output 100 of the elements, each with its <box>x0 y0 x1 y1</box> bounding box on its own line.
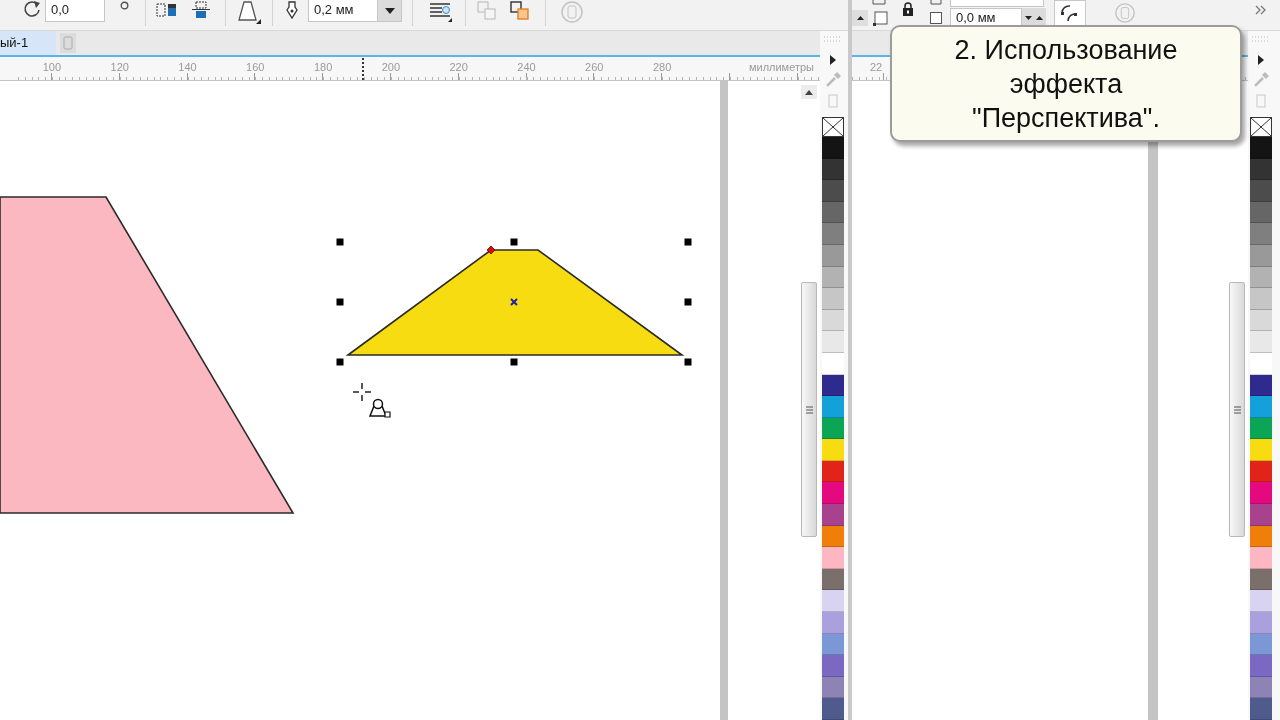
color-swatch[interactable] <box>1250 676 1272 699</box>
color-swatch[interactable] <box>1250 482 1272 505</box>
color-swatch[interactable] <box>822 309 844 332</box>
spin-up-button[interactable] <box>852 10 868 26</box>
ruler-label: 280 <box>652 61 672 73</box>
color-swatch[interactable] <box>822 180 844 202</box>
trapezoid-icon[interactable] <box>236 0 262 24</box>
checkbox-icon[interactable] <box>930 0 942 5</box>
ruler-label: 200 <box>381 61 401 73</box>
color-swatch[interactable] <box>1250 201 1272 224</box>
rectangle-icon[interactable] <box>1256 94 1266 108</box>
page-icon[interactable] <box>60 33 77 53</box>
color-swatch[interactable] <box>1250 547 1272 569</box>
color-swatch[interactable] <box>822 547 844 569</box>
color-swatch[interactable] <box>822 201 844 224</box>
color-swatch[interactable] <box>1250 417 1272 440</box>
color-swatch[interactable] <box>1250 180 1272 202</box>
color-swatch[interactable] <box>1250 439 1272 461</box>
selection-handle[interactable] <box>336 358 344 366</box>
color-swatch[interactable] <box>822 655 844 677</box>
color-swatch[interactable] <box>822 568 844 591</box>
outline-width-field[interactable]: 0,2 мм <box>308 0 378 22</box>
color-swatch[interactable] <box>822 266 844 289</box>
color-swatch[interactable] <box>822 676 844 699</box>
color-swatch[interactable] <box>822 396 844 418</box>
lines-icon[interactable] <box>428 0 452 22</box>
mirror-vertical-icon[interactable] <box>190 0 212 20</box>
color-swatch[interactable] <box>1250 266 1272 289</box>
color-swatch[interactable] <box>822 136 844 159</box>
selection-handle[interactable] <box>684 358 692 366</box>
caret-up-icon <box>805 89 813 95</box>
color-swatch[interactable] <box>1250 158 1272 181</box>
scroll-up-button[interactable] <box>801 85 817 99</box>
curve-button[interactable] <box>1054 0 1086 26</box>
node-handle[interactable] <box>486 245 496 255</box>
color-swatch[interactable] <box>822 633 844 656</box>
color-swatch[interactable] <box>1250 655 1272 677</box>
color-swatch[interactable] <box>822 331 844 353</box>
mirror-horizontal-icon[interactable] <box>155 0 179 20</box>
checkbox-icon[interactable] <box>930 12 942 24</box>
color-swatch[interactable] <box>822 244 844 267</box>
color-swatch[interactable] <box>1250 633 1272 656</box>
document-tab[interactable]: ый-1 <box>0 31 57 55</box>
color-swatch[interactable] <box>1250 244 1272 267</box>
color-swatch[interactable] <box>1250 612 1272 634</box>
selection-handle[interactable] <box>336 298 344 306</box>
color-swatch[interactable] <box>822 482 844 505</box>
color-swatch[interactable] <box>1250 223 1272 245</box>
color-swatch[interactable] <box>822 525 844 548</box>
color-swatch[interactable] <box>822 698 844 720</box>
color-swatch[interactable] <box>822 417 844 440</box>
trapezoid[interactable] <box>345 249 685 356</box>
arrow-right-icon[interactable] <box>830 55 836 65</box>
scrollbar-thumb[interactable] <box>801 282 817 537</box>
color-swatch[interactable] <box>1250 352 1272 375</box>
lock-icon[interactable] <box>902 2 914 16</box>
selection-handle[interactable] <box>510 238 518 246</box>
color-swatch[interactable] <box>822 612 844 634</box>
double-chevron-icon[interactable] <box>1255 5 1266 15</box>
color-swatch[interactable] <box>1250 568 1272 591</box>
color-swatch[interactable] <box>822 460 844 483</box>
color-swatch[interactable] <box>1250 460 1272 483</box>
no-color-swatch-icon[interactable] <box>1250 117 1272 137</box>
color-swatch[interactable] <box>822 439 844 461</box>
grip-icon[interactable] <box>823 35 843 43</box>
color-swatch[interactable] <box>1250 525 1272 548</box>
color-swatch[interactable] <box>822 504 844 526</box>
angle-field[interactable]: 0,0 <box>45 0 105 22</box>
color-swatch[interactable] <box>822 352 844 375</box>
selection-handle[interactable] <box>684 238 692 246</box>
arrow-right-icon[interactable] <box>1258 55 1264 65</box>
overlapping-squares-icon[interactable] <box>508 0 532 22</box>
color-swatch[interactable] <box>822 223 844 245</box>
color-swatch[interactable] <box>1250 309 1272 332</box>
eyedropper-icon[interactable] <box>1252 71 1270 89</box>
selection-handle[interactable] <box>510 358 518 366</box>
input-field[interactable] <box>950 0 1044 7</box>
grip-icon[interactable] <box>1251 35 1271 43</box>
rectangle-icon[interactable] <box>828 94 838 108</box>
color-swatch[interactable] <box>1250 590 1272 613</box>
selection-handle[interactable] <box>336 238 344 246</box>
scrollbar-thumb[interactable] <box>1229 282 1245 537</box>
color-swatch[interactable] <box>1250 698 1272 720</box>
color-swatch[interactable] <box>1250 504 1272 526</box>
color-swatch[interactable] <box>1250 136 1272 159</box>
callout-text: 2. Использование эффекта "Перспектива". <box>953 33 1179 135</box>
color-swatch[interactable] <box>822 374 844 397</box>
color-swatch[interactable] <box>1250 331 1272 353</box>
dropdown-button[interactable] <box>378 0 402 22</box>
color-swatch[interactable] <box>822 288 844 310</box>
anchor-square-icon[interactable] <box>872 11 888 27</box>
color-swatch[interactable] <box>1250 396 1272 418</box>
no-color-swatch-icon[interactable] <box>822 117 844 137</box>
color-swatch[interactable] <box>1250 288 1272 310</box>
color-swatch[interactable] <box>1250 374 1272 397</box>
ruler-label: 100 <box>42 61 62 73</box>
eyedropper-icon[interactable] <box>824 71 842 89</box>
selection-handle[interactable] <box>684 298 692 306</box>
color-swatch[interactable] <box>822 590 844 613</box>
color-swatch[interactable] <box>822 158 844 181</box>
